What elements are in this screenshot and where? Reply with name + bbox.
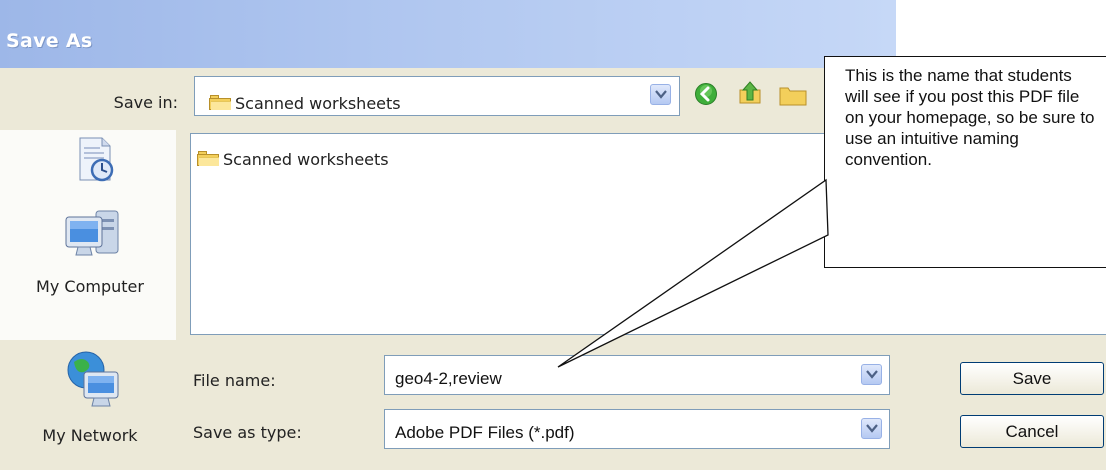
save-as-dialog: Save As Save in: Scanned worksheets My C… — [0, 0, 1106, 470]
callout-pointer — [557, 178, 829, 368]
